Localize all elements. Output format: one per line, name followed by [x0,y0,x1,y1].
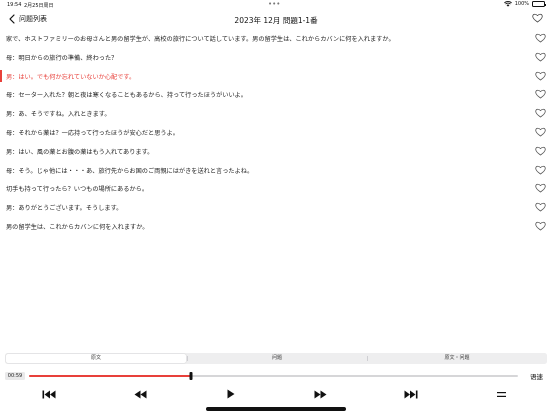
heart-outline-icon[interactable] [535,89,546,99]
progress-knob[interactable] [189,372,193,380]
fast-forward-icon [314,390,327,398]
status-time: 19:54 [7,2,22,8]
sentence-text: 母：それから薬は？一応持って行ったほうが安心だと思うよ。 [6,129,179,137]
speed-button[interactable]: 语速 [530,371,543,381]
status-date: 2月25日周日 [24,3,54,9]
rewind-button[interactable] [134,388,147,400]
tab-1[interactable]: 问题 [187,353,367,364]
sentence-row[interactable]: 母：それから薬は？一応持って行ったほうが安心だと思うよ。 [0,124,552,143]
heart-outline-icon[interactable] [535,165,546,175]
sentence-row[interactable]: 母：そう。じゃ他には・・・あ、旅行先からお国のご両親にはがきを送れと言ったよね。 [0,162,552,181]
wifi-icon [503,1,512,7]
sentence-text: 男：はい、風の薬とお腹の薬はもう入れてあります。 [6,148,154,156]
sentence-row[interactable]: 男：ありがとうございます。そうします。 [0,199,552,218]
sentence-row[interactable]: 男：はい、風の薬とお腹の薬はもう入れてあります。 [0,143,552,162]
heart-outline-icon[interactable] [532,13,543,23]
sentence-text: 男の留学生は、これからカバンに何を入れますか。 [6,223,149,231]
navigation-bar: 问题列表 2023年 12月 問題1-1番 [0,11,552,29]
sentence-text: 家で、ホストファミリーのお母さんと男の留学生が、高校の旅行について話しています。… [6,36,395,43]
play-button[interactable] [226,388,235,400]
sentence-row[interactable]: 切手も持って行ったら？いつもの場所にあるから。 [0,180,552,199]
status-right: 100% [503,1,546,7]
heart-outline-icon[interactable] [535,202,546,212]
sentence-row[interactable]: 母：明日からの旅行の準備、終わった？ [0,49,552,68]
battery-icon [532,1,546,7]
sentence-row[interactable]: 男：あ、そうですね。入れときます。 [0,105,552,124]
sentence-text: 母：明日からの旅行の準備、終わった？ [6,54,118,62]
view-mode-tabs: 原文 问题 原文・问题 [5,353,547,364]
sentence-row[interactable]: 男：はい。でも何か忘れていないか心配です。 [0,68,552,87]
rewind-icon [134,390,147,398]
sentence-text: 男：はい。でも何か忘れていないか心配です。 [6,73,136,81]
sentence-row[interactable]: 家で、ホストファミリーのお母さんと男の留学生が、高校の旅行について話しています。… [0,30,552,49]
heart-outline-icon[interactable] [535,221,546,231]
heart-outline-icon[interactable] [535,52,546,62]
tab-0[interactable]: 原文 [6,354,186,363]
heart-outline-icon[interactable] [535,127,546,137]
progress-slider[interactable] [29,372,518,380]
skip-back-button[interactable] [42,388,56,400]
progress-fill [29,375,191,377]
play-icon [227,389,234,399]
sentence-text: 母：そう。じゃ他には・・・あ、旅行先からお国のご両親にはがきを送れと言ったよね。 [6,167,254,175]
battery-percent: 100% [514,1,529,7]
skip-back-icon [42,390,56,398]
heart-outline-icon[interactable] [535,71,546,81]
current-time: 00:59 [5,372,25,380]
heart-outline-icon[interactable] [535,146,546,156]
page-title: 2023年 12月 問題1-1番 [234,16,318,25]
status-bar: 19:54 2月25日周日 ••• 100% [0,0,552,10]
heart-outline-icon[interactable] [535,108,546,118]
home-indicator[interactable] [206,407,346,411]
menu-icon [497,391,506,397]
sentence-row[interactable]: 男の留学生は、これからカバンに何を入れますか。 [0,218,552,237]
multitasking-dots-icon[interactable]: ••• [268,0,280,8]
sentence-row[interactable]: 母：セーター入れた？朝と夜は寒くなることもあるから、持って行ったほうがいいよ。 [0,86,552,105]
sentence-text: 男：あ、そうですね。入れときます。 [6,111,111,119]
menu-button[interactable] [497,388,506,400]
sentence-text: 男：ありがとうございます。そうします。 [6,205,123,213]
heart-outline-icon[interactable] [535,33,546,43]
heart-outline-icon[interactable] [535,183,546,193]
sentence-list: 家で、ホストファミリーのお母さんと男の留学生が、高校の旅行について話しています。… [0,30,552,237]
sentence-text: 切手も持って行ったら？いつもの場所にあるから。 [6,186,149,194]
playback-controls [0,386,552,402]
skip-forward-icon [404,390,418,398]
tab-2[interactable]: 原文・问题 [367,353,547,364]
skip-forward-button[interactable] [404,388,418,400]
player-progress-row: 00:59 语速 [0,369,552,383]
fast-forward-button[interactable] [314,388,327,400]
sentence-text: 母：セーター入れた？朝と夜は寒くなることもあるから、持って行ったほうがいいよ。 [6,92,247,100]
